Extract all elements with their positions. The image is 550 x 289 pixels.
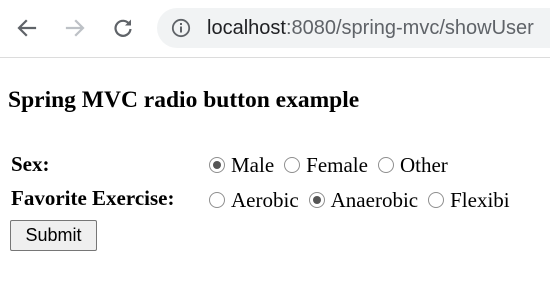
reload-icon [114, 19, 132, 37]
forward-button[interactable] [60, 13, 90, 43]
radio-label-aerobic: Aerobic [231, 188, 299, 212]
url-text[interactable]: localhost:8080/spring-mvc/showUser [207, 17, 534, 39]
exercise-option-flexibility[interactable]: Flexibi [428, 188, 510, 212]
sex-option-male[interactable]: Male [209, 153, 274, 177]
arrow-left-icon [17, 19, 37, 37]
browser-toolbar: localhost:8080/spring-mvc/showUser [0, 0, 550, 58]
radio-other[interactable] [377, 157, 394, 173]
radio-aerobic[interactable] [209, 192, 225, 208]
radio-flexibility[interactable] [428, 192, 445, 208]
sex-label: Sex: [11, 152, 50, 176]
url-path: :8080/spring-mvc/showUser [285, 17, 534, 39]
back-button[interactable] [12, 13, 42, 43]
radio-label-female: Female [306, 153, 368, 177]
reload-button[interactable] [108, 13, 138, 43]
address-bar[interactable]: localhost:8080/spring-mvc/showUser [157, 8, 550, 48]
radio-label-flexibility: Flexibi [450, 188, 510, 212]
exercise-radio-group: Aerobic Anaerobic Flexibi [209, 188, 520, 212]
page-title: Spring MVC radio button example [8, 87, 360, 113]
exercise-option-aerobic[interactable]: Aerobic [209, 188, 299, 212]
radio-male[interactable] [209, 157, 225, 173]
url-host: localhost [207, 17, 286, 39]
sex-option-female[interactable]: Female [284, 153, 368, 177]
exercise-option-anaerobic[interactable]: Anaerobic [308, 188, 419, 212]
submit-button[interactable]: Submit [10, 220, 97, 251]
info-icon[interactable] [171, 18, 191, 38]
radio-female[interactable] [284, 157, 301, 173]
arrow-right-icon [65, 19, 85, 37]
radio-anaerobic[interactable] [308, 192, 325, 208]
sex-option-other[interactable]: Other [377, 153, 448, 177]
radio-label-anaerobic: Anaerobic [330, 188, 419, 212]
radio-label-other: Other [399, 153, 448, 177]
sex-radio-group: Male Female Other [209, 153, 458, 177]
exercise-label: Favorite Exercise: [11, 186, 175, 210]
radio-label-male: Male [231, 153, 275, 177]
